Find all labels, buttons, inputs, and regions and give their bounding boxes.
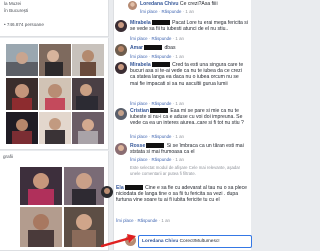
comment-age: 1 an <box>175 36 184 41</box>
redaction-bar <box>149 108 168 113</box>
like-link[interactable]: Îmi place <box>130 134 148 139</box>
photo-thumbnail[interactable] <box>6 78 38 110</box>
section-label: grafii <box>3 154 13 159</box>
redaction-bar <box>144 45 163 50</box>
like-link[interactable]: Îmi place <box>130 36 148 41</box>
page-info-line-3: • 746.874 persoane <box>4 22 44 27</box>
comment-age: 1 an <box>185 9 194 14</box>
comment-author[interactable]: Mirabela <box>130 62 151 68</box>
photo-grid <box>0 38 109 150</box>
reply-link[interactable]: Răspunde <box>151 101 171 106</box>
photo-thumbnail[interactable] <box>6 112 38 144</box>
comment-author[interactable]: Loredana Chivu <box>140 1 179 7</box>
photo-thumbnail[interactable] <box>39 78 71 110</box>
comment-actions: Îmi place · Răspunde · 1 an <box>116 218 170 223</box>
avatar[interactable] <box>115 143 127 155</box>
comment-actions: Îmi place · Răspunde · 1 an <box>140 9 194 14</box>
comment-age: 1 an <box>161 218 170 223</box>
reply-link[interactable]: Răspunde <box>161 9 181 14</box>
page-info-card: la Muzei în București • 746.874 persoane <box>0 0 109 37</box>
avatar[interactable] <box>115 108 127 120</box>
avatar[interactable] <box>115 62 127 74</box>
photo-thumbnail[interactable] <box>39 44 71 76</box>
comment-author[interactable]: Cristian <box>130 108 149 114</box>
page-info-line-2: în București <box>4 8 29 13</box>
redaction-bar <box>151 62 170 67</box>
reply-link[interactable]: Răspunde <box>151 157 171 162</box>
like-link[interactable]: Îmi place <box>116 218 134 223</box>
left-column: la Muzei în București • 746.874 persoane <box>0 0 112 251</box>
reply-link[interactable]: Răspunde <box>137 218 157 223</box>
like-link[interactable]: Îmi place <box>130 101 148 106</box>
reply-link[interactable]: Răspunde <box>151 36 171 41</box>
comment-author[interactable]: Rosse <box>130 143 145 149</box>
comment-text: Ce crezi?Asa fiiii <box>179 1 218 7</box>
avatar[interactable] <box>115 44 127 56</box>
photo-thumbnail[interactable] <box>64 167 104 205</box>
like-link[interactable]: Îmi place <box>130 54 148 59</box>
comment-age: 1 an <box>175 101 184 106</box>
avatar[interactable] <box>115 20 127 32</box>
comment-actions: Îmi place · Răspunde · 1 an <box>130 134 184 139</box>
reply-input-value: Corect!Multumesc! <box>179 238 220 244</box>
like-link[interactable]: Îmi place <box>140 9 158 14</box>
page-info-line-1: la Muzei <box>4 1 22 6</box>
photos-card: grafii <box>0 151 109 251</box>
reply-link[interactable]: Răspunde <box>151 134 171 139</box>
photo-thumbnail[interactable] <box>72 44 104 76</box>
photo-thumbnail[interactable] <box>20 167 62 205</box>
photo-thumbnail[interactable] <box>39 112 71 144</box>
comment-actions: Îmi place · Răspunde · 1 an <box>130 54 184 59</box>
photo-thumbnail[interactable] <box>72 112 104 144</box>
comment-actions: Îmi place · Răspunde · 1 an <box>130 101 184 106</box>
photo-thumbnail[interactable] <box>20 207 62 247</box>
comment-author[interactable]: Amar <box>130 45 143 51</box>
redaction-bar <box>146 143 165 148</box>
photo-thumbnail[interactable] <box>72 78 104 110</box>
relevance-note: Este selectat modul de afişare Cele mai … <box>130 165 241 176</box>
mention-tag: Loredana Chivu <box>142 238 179 244</box>
comments-panel: Loredana Chivu Ce crezi?Asa fiiii Îmi pl… <box>101 0 251 250</box>
avatar[interactable] <box>128 1 137 10</box>
comment-actions: Îmi place · Răspunde · 1 an <box>130 36 184 41</box>
reply-input[interactable]: Loredana Chivu Corect!Multumesc! <box>138 235 252 248</box>
comment-age: 1 an <box>175 134 184 139</box>
comment-author[interactable]: Ela <box>116 185 124 191</box>
comment-actions: Îmi place · Răspunde · 1 an <box>130 157 184 162</box>
redaction-bar <box>124 185 143 190</box>
like-link[interactable]: Îmi place <box>130 157 148 162</box>
comment-author[interactable]: Mirabela <box>130 20 151 26</box>
comment-age: 1 an <box>175 54 184 59</box>
avatar[interactable] <box>101 186 113 198</box>
photo-thumbnail[interactable] <box>6 44 38 76</box>
reply-link[interactable]: Răspunde <box>151 54 171 59</box>
comment-age: 1 an <box>175 157 184 162</box>
comment-text: dbas <box>164 45 176 51</box>
photo-thumbnail[interactable] <box>64 207 104 247</box>
arrow-icon <box>100 234 136 248</box>
redaction-bar <box>151 20 170 25</box>
